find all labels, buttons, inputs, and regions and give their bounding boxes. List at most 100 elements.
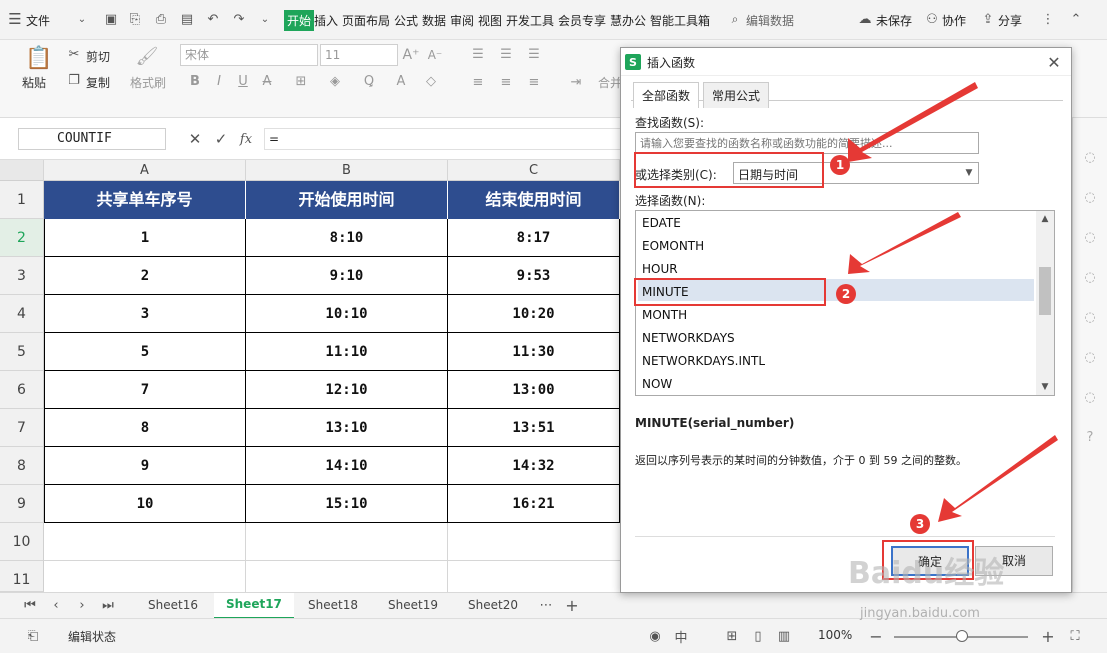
column-header[interactable]: A	[44, 160, 246, 181]
align-right-icon[interactable]: ≡	[524, 72, 544, 92]
table-cell[interactable]: 8:17	[448, 219, 620, 257]
sheet-tab[interactable]: Sheet16	[148, 598, 198, 612]
tab-developer[interactable]: 开发工具	[506, 12, 554, 29]
zoom-level[interactable]: 100%	[818, 628, 852, 642]
language-icon[interactable]: 中	[672, 627, 690, 646]
row-header[interactable]: 3	[0, 257, 44, 295]
font-size-select[interactable]: 11	[320, 44, 398, 66]
list-item[interactable]: HOUR	[642, 262, 678, 276]
font-color-icon[interactable]: A	[390, 72, 412, 90]
more-options-icon[interactable]: ⋮	[1040, 11, 1056, 27]
row-header[interactable]: 2	[0, 219, 44, 257]
table-cell[interactable]: 11:30	[448, 333, 620, 371]
brush-icon[interactable]: 🖌	[136, 44, 159, 68]
tab-view[interactable]: 视图	[478, 12, 502, 29]
zoom-out-icon[interactable]: −	[868, 627, 884, 646]
row-header[interactable]: 4	[0, 295, 44, 333]
row-header[interactable]: 5	[0, 333, 44, 371]
file-menu[interactable]: 文件	[26, 12, 50, 29]
table-cell[interactable]: 9:10	[246, 257, 448, 295]
next-sheet-icon[interactable]: ›	[74, 597, 90, 613]
tab-data[interactable]: 数据	[422, 12, 446, 29]
row-header[interactable]: 10	[0, 523, 44, 561]
table-cell[interactable]: 11:10	[246, 333, 448, 371]
list-item[interactable]: NETWORKDAYS.INTL	[642, 354, 765, 368]
tab-all-functions[interactable]: 全部函数	[633, 82, 700, 108]
list-item[interactable]: EOMONTH	[642, 239, 704, 253]
list-item[interactable]: EDATE	[642, 216, 681, 230]
align-bottom-icon[interactable]: ☰	[524, 44, 544, 64]
sheet-tab[interactable]: Sheet18	[308, 598, 358, 612]
table-cell[interactable]: 16:21	[448, 485, 620, 523]
italic-icon[interactable]: I	[210, 72, 228, 90]
more-icon[interactable]: ⌄	[258, 10, 272, 28]
scroll-down-icon[interactable]: ▼	[1038, 381, 1052, 393]
copy-button[interactable]: 复制	[86, 74, 110, 91]
table-cell[interactable]: 8	[44, 409, 246, 447]
font-select[interactable]: 宋体	[180, 44, 318, 66]
align-middle-icon[interactable]: ☰	[496, 44, 516, 64]
table-cell[interactable]: 14:10	[246, 447, 448, 485]
tab-review[interactable]: 审阅	[450, 12, 474, 29]
redo-icon[interactable]: ↷	[230, 10, 248, 28]
tab-insert[interactable]: 插入	[314, 12, 338, 29]
sidebar-tool-icon[interactable]: ◌	[1081, 188, 1099, 206]
copy-icon[interactable]: ❐	[66, 72, 82, 88]
table-cell[interactable]: 14:32	[448, 447, 620, 485]
formula-input[interactable]: =	[264, 128, 624, 150]
row-header[interactable]: 1	[0, 181, 44, 219]
tab-member[interactable]: 会员专享	[558, 12, 606, 29]
export-icon[interactable]: ⎘	[126, 10, 144, 28]
sidebar-tool-icon[interactable]: ◌	[1081, 148, 1099, 166]
align-top-icon[interactable]: ☰	[468, 44, 488, 64]
print-icon[interactable]: ⎙	[152, 10, 170, 28]
tab-huibangong[interactable]: 慧办公	[610, 12, 646, 29]
table-cell[interactable]: 3	[44, 295, 246, 333]
table-cell[interactable]: 9	[44, 447, 246, 485]
tab-formula[interactable]: 公式	[394, 12, 418, 29]
eraser-icon[interactable]: ◇	[420, 72, 442, 90]
table-cell[interactable]: 10	[44, 485, 246, 523]
table-cell[interactable]: 10:10	[246, 295, 448, 333]
more-sheets-icon[interactable]: ⋯	[538, 597, 554, 613]
underline-icon[interactable]: U	[234, 72, 252, 90]
scissors-icon[interactable]: ✂	[66, 46, 82, 62]
break-view-icon[interactable]: ▥	[774, 627, 794, 645]
strikethrough-icon[interactable]: A	[258, 72, 276, 90]
row-header[interactable]: 6	[0, 371, 44, 409]
sidebar-tool-icon[interactable]: ◌	[1081, 388, 1099, 406]
chevron-down-icon[interactable]: ⌄	[76, 12, 88, 26]
prev-sheet-icon[interactable]: ‹	[48, 597, 64, 613]
name-box[interactable]: COUNTIF	[18, 128, 166, 150]
table-cell[interactable]: 10:20	[448, 295, 620, 333]
scrollbar[interactable]: ▲ ▼	[1036, 211, 1054, 395]
table-header-cell[interactable]: 开始使用时间	[246, 181, 448, 219]
fullscreen-icon[interactable]: ⛶	[1066, 627, 1084, 645]
bold-icon[interactable]: B	[186, 72, 204, 90]
table-cell[interactable]: 13:51	[448, 409, 620, 447]
undo-icon[interactable]: ↶	[204, 10, 222, 28]
tab-home[interactable]: 开始	[284, 10, 315, 31]
table-cell[interactable]: 8:10	[246, 219, 448, 257]
unsaved-button[interactable]: 未保存	[876, 12, 912, 29]
table-cell[interactable]: 1	[44, 219, 246, 257]
increase-font-icon[interactable]: A⁺	[400, 44, 422, 66]
clear-icon[interactable]: Ꝗ	[358, 72, 380, 90]
sheet-tab[interactable]: Sheet20	[468, 598, 518, 612]
scroll-up-icon[interactable]: ▲	[1038, 213, 1052, 225]
row-header[interactable]: 7	[0, 409, 44, 447]
collab-button[interactable]: 协作	[942, 12, 966, 29]
table-cell[interactable]: 12:10	[246, 371, 448, 409]
tab-smart-tools[interactable]: 智能工具箱	[650, 12, 710, 29]
fx-icon[interactable]: fx	[236, 130, 256, 148]
table-cell[interactable]: 5	[44, 333, 246, 371]
sidebar-tool-icon[interactable]: ◌	[1081, 308, 1099, 326]
tab-common-formulas[interactable]: 常用公式	[703, 82, 770, 108]
add-sheet-icon[interactable]: +	[564, 596, 580, 615]
help-icon[interactable]: ?	[1081, 428, 1099, 446]
zoom-slider-thumb[interactable]	[956, 630, 968, 642]
table-header-cell[interactable]: 结束使用时间	[448, 181, 620, 219]
page-view-icon[interactable]: ▯	[748, 627, 768, 645]
decrease-font-icon[interactable]: A⁻	[424, 44, 446, 66]
table-cell[interactable]: 13:00	[448, 371, 620, 409]
